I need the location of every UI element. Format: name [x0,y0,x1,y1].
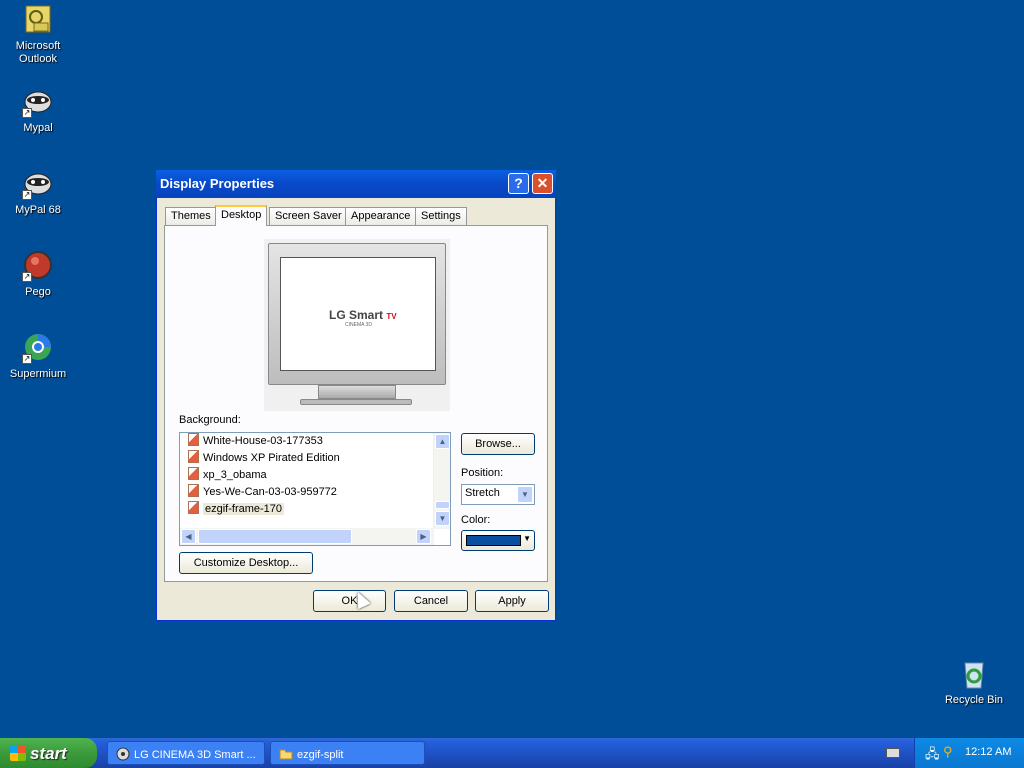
image-file-icon [188,433,199,446]
pego-icon: ↗ [22,250,54,282]
desktop-icon-label: Mypal [23,122,53,134]
apply-button[interactable]: Apply [475,590,549,612]
background-label: Background: [179,414,241,426]
network-icon[interactable]: 🖧 [925,745,940,767]
customize-desktop-button[interactable]: Customize Desktop... [179,552,313,574]
list-item-label: ezgif-frame-170 [203,503,285,515]
ok-button[interactable]: OK [313,590,386,612]
image-file-icon [188,484,199,497]
desktop-icon-pego[interactable]: ↗ Pego [0,250,76,299]
desktop-icon-label: MyPal 68 [15,204,61,216]
horizontal-scroll-thumb[interactable] [198,529,352,544]
window-title: Display Properties [160,176,275,191]
shortcut-arrow-icon: ↗ [22,108,32,118]
tab-desktop[interactable]: Desktop [215,205,268,226]
list-item-selected[interactable]: ezgif-frame-170 [180,501,450,518]
list-item[interactable]: xp_3_obama [180,467,450,484]
list-item-label: White-House-03-177353 [203,435,323,447]
start-button[interactable]: start [0,738,97,768]
vertical-scrollbar[interactable]: ▲ ▼ [433,433,450,529]
image-file-icon [188,450,199,463]
mypal-icon: ↗ [22,86,54,118]
color-label: Color: [461,514,491,526]
background-listbox[interactable]: White-House-03-177353 Windows XP Pirated… [179,432,451,546]
task-label: ezgif-split [297,749,344,761]
scroll-right-button[interactable]: ▶ [416,529,431,544]
browse-button[interactable]: Browse... [461,433,535,455]
taskbar: start LG CINEMA 3D Smart ... ezgif-split… [0,738,1024,768]
scroll-up-button[interactable]: ▲ [435,434,450,449]
task-label: LG CINEMA 3D Smart ... [134,749,256,761]
tab-appearance[interactable]: Appearance [345,207,417,225]
preview-screen: LG Smart TV CINEMA 3D [280,257,436,371]
display-properties-window: Display Properties ? ✕ Themes Desktop Sc… [156,170,556,621]
desktop-icon-label: Supermium [9,368,67,380]
scroll-left-button[interactable]: ◀ [181,529,196,544]
desktop-icon-recycle-bin[interactable]: Recycle Bin [936,658,1012,707]
list-item[interactable]: Windows XP Pirated Edition [180,450,450,467]
position-label: Position: [461,467,504,479]
monitor-bezel: LG Smart TV CINEMA 3D [268,243,446,385]
scroll-down-button[interactable]: ▼ [435,511,450,526]
taskbar-button-browser[interactable]: LG CINEMA 3D Smart ... [107,741,265,765]
desktop-icon-label: Microsoft Outlook [15,40,61,65]
monitor-stand [318,385,396,399]
tab-screen-saver[interactable]: Screen Saver [269,207,348,225]
help-button[interactable]: ? [508,173,529,194]
logo-sub: CINEMA 3D [345,322,372,328]
image-file-icon [188,467,199,480]
list-item-label: Windows XP Pirated Edition [203,452,340,464]
list-item[interactable]: White-House-03-177353 [180,433,450,450]
list-item[interactable]: Yes-We-Can-03-03-959772 [180,484,450,501]
shortcut-arrow-icon: ↗ [22,190,32,200]
position-select[interactable]: Stretch ▼ [461,484,535,505]
position-value: Stretch [465,487,500,499]
chevron-down-icon[interactable]: ▼ [517,486,533,503]
scroll-thumb[interactable] [435,501,450,509]
horizontal-scrollbar[interactable]: ◀ ▶ [180,528,434,545]
desktop-icon-mypal[interactable]: ↗ Mypal [0,86,76,135]
monitor-preview: LG Smart TV CINEMA 3D [264,239,450,411]
start-label: start [30,744,67,763]
system-tray: 🖧 ⚲ 12:12 AM [914,738,1024,768]
monitor-base [300,399,412,405]
browser-icon [116,747,130,761]
desktop-icon-label: Recycle Bin [944,694,1004,706]
cancel-button[interactable]: Cancel [394,590,468,612]
list-item-label: Yes-We-Can-03-03-959772 [203,486,337,498]
folder-icon [279,747,293,761]
tab-themes[interactable]: Themes [165,207,217,225]
close-button[interactable]: ✕ [532,173,553,194]
mypal68-icon: ↗ [22,168,54,200]
desktop-icon-mypal68[interactable]: ↗ MyPal 68 [0,168,76,217]
desktop-icon-label: Pego [25,286,51,298]
color-swatch [466,535,521,546]
keyboard-icon[interactable] [886,748,900,758]
clock[interactable]: 12:12 AM [965,746,1011,758]
recycle-bin-icon [958,658,990,690]
windows-logo-icon [10,745,26,761]
shortcut-arrow-icon: ↗ [22,272,32,282]
list-item-label: xp_3_obama [203,469,267,481]
supermium-icon: ↗ [22,332,54,364]
tab-settings[interactable]: Settings [415,207,467,225]
image-file-icon [188,501,199,514]
desktop-icon-supermium[interactable]: ↗ Supermium [0,332,76,381]
outlook-icon [22,4,54,36]
preview-logo: LG Smart TV CINEMA 3D [329,308,397,328]
taskbar-button-folder[interactable]: ezgif-split [270,741,425,765]
title-bar[interactable]: Display Properties ? ✕ [156,170,556,198]
desktop-tab-panel: LG Smart TV CINEMA 3D Background: White-… [164,225,548,582]
logo-brand: LG Smart [329,308,384,322]
chevron-down-icon: ▼ [523,534,531,543]
search-icon[interactable]: ⚲ [943,744,953,760]
shortcut-arrow-icon: ↗ [22,354,32,364]
color-picker-button[interactable]: ▼ [461,530,535,551]
logo-badge: TV [386,312,397,321]
desktop-icon-outlook[interactable]: Microsoft Outlook [0,4,76,66]
